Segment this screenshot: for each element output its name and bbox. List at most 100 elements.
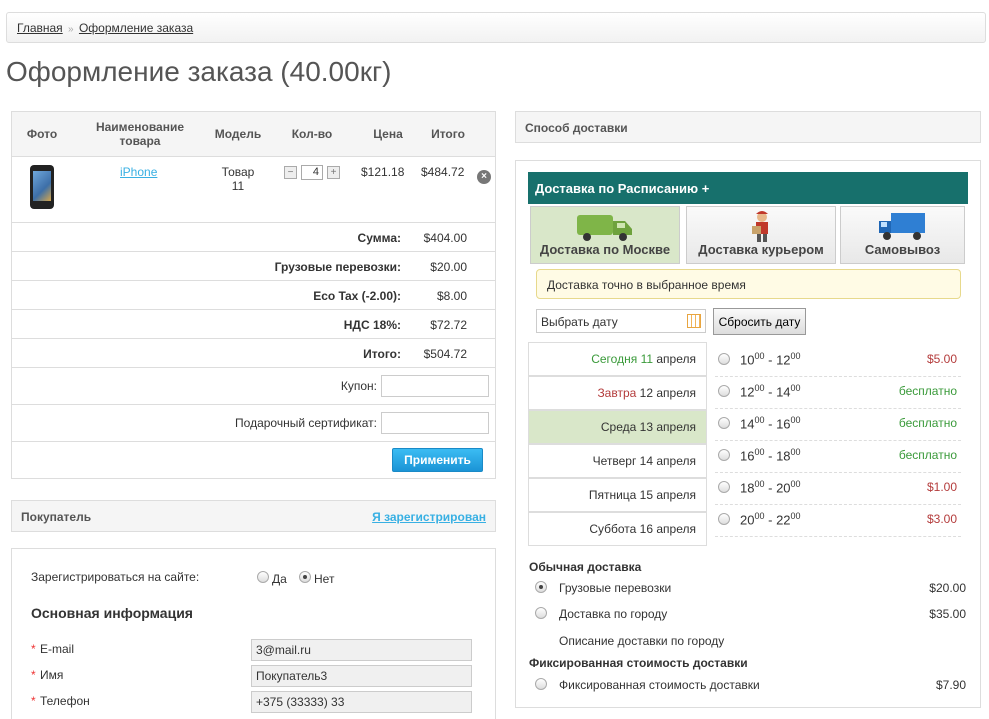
day-item[interactable]: Сегодня 11 апреля	[528, 342, 707, 376]
register-no-label: Нет	[314, 572, 335, 586]
slot-radio[interactable]	[718, 449, 730, 461]
day-item[interactable]: Завтра 12 апреля	[528, 376, 707, 410]
name-field[interactable]: Покупатель3	[251, 665, 472, 687]
cart-header: Фото Наименование товара Модель Кол-во Ц…	[12, 112, 495, 157]
phone-field[interactable]: +375 (33333) 33	[251, 691, 472, 713]
shipping-label: Грузовые перевозки:	[274, 260, 401, 274]
date-picker-input[interactable]: Выбрать дату	[536, 309, 706, 333]
voucher-input[interactable]	[381, 412, 489, 434]
delivery-header: Способ доставки	[515, 111, 981, 143]
apply-button[interactable]: Применить	[392, 448, 483, 472]
day-item[interactable]: Четверг 14 апреля	[528, 444, 707, 478]
coupon-input[interactable]	[381, 375, 489, 397]
buyer-form: Зарегистрироваться на сайте: Да Нет Осно…	[11, 548, 496, 719]
day-month: апреля	[656, 488, 696, 502]
product-price: $121.18	[361, 165, 405, 179]
subtotal-value: $404.00	[423, 231, 467, 245]
calendar-icon[interactable]	[687, 314, 701, 328]
day-number: 13	[639, 420, 654, 434]
time-slot[interactable]: 1400 - 1600 бесплатно	[715, 409, 961, 441]
slot-radio[interactable]	[718, 353, 730, 365]
slot-time: 1200 - 1400	[740, 383, 801, 400]
email-field[interactable]: 3@mail.ru	[251, 639, 472, 661]
register-no-radio[interactable]	[299, 571, 311, 583]
option-radio[interactable]	[535, 607, 547, 619]
phone-label: Телефон	[40, 694, 90, 708]
product-photo[interactable]	[30, 165, 54, 209]
time-slot[interactable]: 1000 - 1200 $5.00	[715, 345, 961, 377]
col-qty: Кол-во	[291, 127, 333, 141]
delivery-option[interactable]: Доставка по городу $35.00	[535, 606, 966, 626]
time-slot-list: 1000 - 1200 $5.00 1200 - 1400 бесплатно …	[715, 345, 961, 537]
option-label: Фиксированная стоимость доставки	[559, 678, 760, 692]
slot-radio[interactable]	[718, 481, 730, 493]
totals-row: Итого: $504.72	[12, 339, 495, 368]
product-name-link[interactable]: iPhone	[120, 165, 157, 179]
blue-truck-icon	[879, 213, 925, 240]
time-slot[interactable]: 1600 - 1800 бесплатно	[715, 441, 961, 473]
col-photo: Фото	[26, 127, 58, 141]
coupon-label: Купон:	[340, 379, 377, 393]
register-yes-label: Да	[272, 572, 287, 586]
qty-increase-button[interactable]: +	[327, 166, 340, 179]
day-month: апреля	[656, 522, 696, 536]
delivery-panel: Доставка по Расписанию + Доставка по Мос…	[515, 160, 981, 708]
day-prefix: Среда	[600, 420, 637, 434]
day-prefix: Завтра	[597, 386, 637, 400]
day-item[interactable]: Пятница 15 апреля	[528, 478, 707, 512]
tab-pickup[interactable]: Самовывоз	[840, 206, 965, 264]
remove-item-icon[interactable]: ×	[477, 170, 491, 184]
slot-radio[interactable]	[718, 513, 730, 525]
tab-courier-delivery[interactable]: Доставка курьером	[686, 206, 836, 264]
product-model: Товар 11	[221, 165, 255, 193]
breadcrumb: Главная » Оформление заказа	[6, 12, 986, 43]
col-price: Цена	[373, 127, 403, 141]
day-month: апреля	[656, 386, 696, 400]
time-slot[interactable]: 2000 - 2200 $3.00	[715, 505, 961, 537]
name-label: Имя	[40, 668, 64, 682]
day-number: 15	[639, 488, 654, 502]
delivery-option[interactable]: Грузовые перевозки $20.00	[535, 580, 966, 600]
reset-date-button[interactable]: Сбросить дату	[713, 308, 806, 335]
email-label: E-mail	[40, 642, 75, 656]
grand-total-value: $504.72	[423, 347, 467, 361]
tab-pickup-label: Самовывоз	[864, 242, 941, 257]
slot-price: $1.00	[926, 480, 957, 494]
slot-price: бесплатно	[898, 416, 957, 430]
slot-time: 1600 - 1800	[740, 447, 801, 464]
register-yes-radio[interactable]	[257, 571, 269, 583]
schedule-delivery-header[interactable]: Доставка по Расписанию +	[528, 172, 968, 204]
time-slot[interactable]: 1200 - 1400 бесплатно	[715, 377, 961, 409]
option-radio[interactable]	[535, 581, 547, 593]
breadcrumb-home-link[interactable]: Главная	[17, 21, 63, 35]
cart-table: Фото Наименование товара Модель Кол-во Ц…	[11, 111, 496, 479]
option-price: $35.00	[929, 607, 966, 621]
totals-row: НДС 18%: $72.72	[12, 310, 495, 339]
totals-row: Грузовые перевозки: $20.00	[12, 252, 495, 281]
tab-courier-label: Доставка курьером	[698, 242, 824, 257]
slot-time: 1800 - 2000	[740, 479, 801, 496]
day-item[interactable]: Суббота 16 апреля	[528, 512, 707, 546]
registered-link[interactable]: Я зарегистрирован	[372, 510, 486, 524]
slot-radio[interactable]	[718, 417, 730, 429]
register-label: Зарегистрироваться на сайте:	[31, 570, 200, 584]
buyer-title: Покупатель	[21, 510, 92, 524]
option-radio[interactable]	[535, 678, 547, 690]
slot-price: $3.00	[926, 512, 957, 526]
totals-row: Сумма: $404.00	[12, 223, 495, 252]
required-mark: *	[31, 642, 36, 656]
qty-input[interactable]: 4	[301, 165, 323, 180]
delivery-option[interactable]: Фиксированная стоимость доставки $7.90	[535, 677, 966, 697]
time-slot[interactable]: 1800 - 2000 $1.00	[715, 473, 961, 505]
breadcrumb-separator: »	[68, 24, 74, 35]
coupon-row: Купон:	[12, 368, 495, 405]
day-item[interactable]: Среда 13 апреля	[528, 410, 707, 444]
breadcrumb-current-link[interactable]: Оформление заказа	[79, 21, 193, 35]
required-mark: *	[31, 694, 36, 708]
tab-moscow-delivery[interactable]: Доставка по Москве	[530, 206, 680, 264]
slot-radio[interactable]	[718, 385, 730, 397]
voucher-label: Подарочный сертификат:	[235, 416, 377, 430]
regular-delivery-title: Обычная доставка	[529, 560, 642, 574]
qty-decrease-button[interactable]: −	[284, 166, 297, 179]
delivery-title: Способ доставки	[525, 121, 628, 135]
